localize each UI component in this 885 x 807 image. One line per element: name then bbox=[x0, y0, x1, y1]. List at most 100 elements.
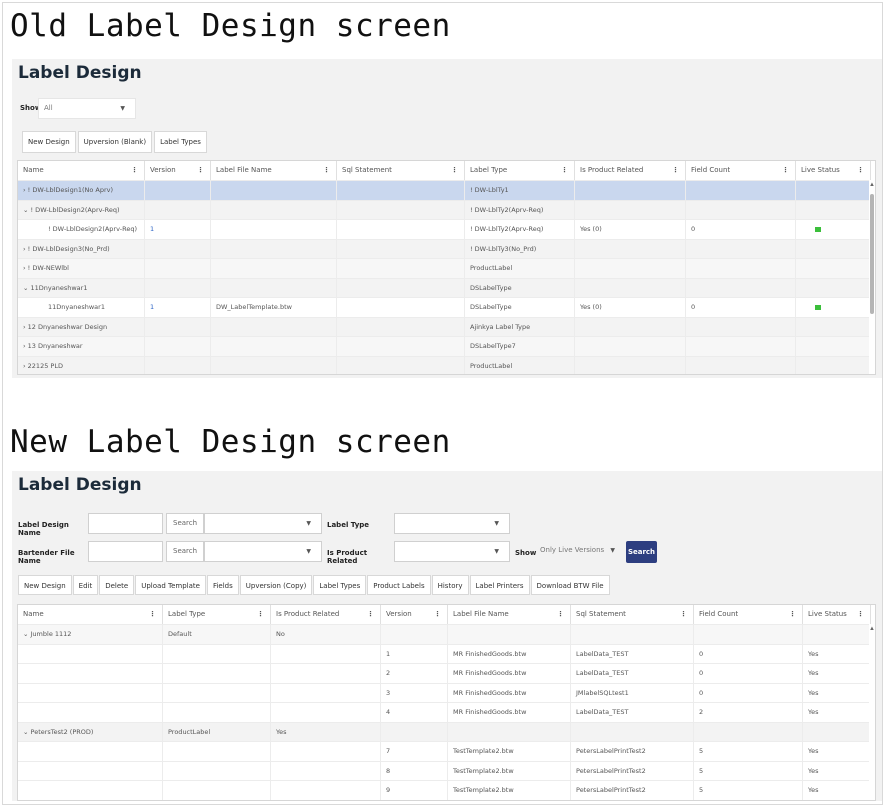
search-button[interactable]: Search bbox=[626, 541, 657, 563]
cell-sql-statement: LabelData_TEST bbox=[571, 644, 694, 663]
product-labels-button[interactable]: Product Labels bbox=[367, 575, 431, 595]
table-row[interactable]: 1 MR FinishedGoods.btw LabelData_TEST 0 Yes bbox=[18, 643, 875, 663]
column-header-label-file-name[interactable]: Label File Name ⋮ bbox=[211, 161, 337, 180]
bartender-select[interactable]: ▼ bbox=[204, 541, 322, 562]
column-header-sql-statement[interactable]: Sql Statement ⋮ bbox=[337, 161, 465, 180]
cell-is-product-related bbox=[271, 781, 381, 800]
column-menu-icon[interactable]: ⋮ bbox=[451, 161, 458, 180]
table-row[interactable]: 11Dnyaneshwar1 1 DW_LabelTemplate.btw DSLab… bbox=[18, 297, 875, 317]
table-row[interactable]: ⌄ PetersTest2 (PROD) ProductLabel Yes bbox=[18, 721, 875, 741]
cell-is-product-related bbox=[575, 337, 686, 356]
table-row[interactable]: › 22125 PLD ProductLabel bbox=[18, 355, 875, 374]
label-types-button[interactable]: Label Types bbox=[313, 575, 367, 595]
cell-name: ! DW-LblDesign2(Aprv-Req) bbox=[18, 220, 145, 239]
label-type-select[interactable]: ▼ bbox=[394, 513, 510, 534]
column-header-field-count[interactable]: Field Count ⋮ bbox=[686, 161, 796, 180]
column-header-live-status[interactable]: Live Status ⋮ bbox=[796, 161, 871, 180]
old-show-select[interactable]: All ▼ bbox=[38, 98, 136, 119]
table-row[interactable]: 2 MR FinishedGoods.btw LabelData_TEST 0 Yes bbox=[18, 663, 875, 683]
column-menu-icon[interactable]: ⋮ bbox=[857, 161, 864, 180]
table-row[interactable]: 7 TestTemplate2.btw PetersLabelPrintTest2 5… bbox=[18, 741, 875, 761]
cell-sql-statement bbox=[337, 298, 465, 317]
edit-button[interactable]: Edit bbox=[72, 575, 99, 595]
table-row[interactable]: 3 MR FinishedGoods.btw JMlabelSQLtest1 0 Yes bbox=[18, 682, 875, 702]
column-header-version[interactable]: Version ⋮ bbox=[145, 161, 211, 180]
cell-live-status bbox=[796, 200, 871, 219]
cell-is-product-related: Yes (0) bbox=[575, 220, 686, 239]
column-menu-icon[interactable]: ⋮ bbox=[557, 605, 564, 624]
column-menu-icon[interactable]: ⋮ bbox=[197, 161, 204, 180]
vertical-scrollbar[interactable]: ▲ bbox=[869, 180, 875, 374]
column-header-label-type[interactable]: Label Type ⋮ bbox=[465, 161, 575, 180]
column-header-field-count[interactable]: Field Count ⋮ bbox=[694, 605, 803, 624]
column-menu-icon[interactable]: ⋮ bbox=[131, 161, 138, 180]
upversion-copy-button[interactable]: Upversion (Copy) bbox=[239, 575, 313, 595]
column-header-version[interactable]: Version ⋮ bbox=[381, 605, 448, 624]
table-row[interactable]: › 13 Dnyaneshwar DSLabelType7 bbox=[18, 336, 875, 356]
table-row[interactable]: › ! DW-NEWlbl ProductLabel bbox=[18, 258, 875, 278]
design-name-label: Label Design Name bbox=[18, 521, 69, 537]
vertical-scrollbar[interactable]: ▲ bbox=[869, 624, 875, 800]
column-menu-icon[interactable]: ⋮ bbox=[434, 605, 441, 624]
column-menu-icon[interactable]: ⋮ bbox=[323, 161, 330, 180]
scrollbar-thumb[interactable] bbox=[870, 194, 874, 314]
table-row[interactable]: 4 MR FinishedGoods.btw LabelData_TEST 2 Yes bbox=[18, 702, 875, 722]
cell-label-type: Ajinkya Label Type bbox=[465, 317, 575, 336]
column-menu-icon[interactable]: ⋮ bbox=[672, 161, 679, 180]
design-name-search-button[interactable]: Search bbox=[166, 513, 205, 534]
table-row[interactable]: › ! DW-LblDesign3(No_Prd) ! DW-LblTy3(No_… bbox=[18, 238, 875, 258]
column-header-live-status[interactable]: Live Status ⋮ bbox=[803, 605, 871, 624]
new-design-button[interactable]: New Design bbox=[18, 575, 72, 595]
upload-template-button[interactable]: Upload Template bbox=[135, 575, 206, 595]
design-name-input[interactable] bbox=[88, 513, 163, 534]
column-header-is-product-related[interactable]: Is Product Related ⋮ bbox=[575, 161, 686, 180]
new-grid: Name ⋮ Label Type ⋮ Is Product Related ⋮ Versi… bbox=[17, 604, 876, 801]
chevron-down-icon: ▼ bbox=[306, 548, 311, 555]
label-printers-button[interactable]: Label Printers bbox=[469, 575, 530, 595]
bartender-file-input[interactable] bbox=[88, 541, 163, 562]
cell-label-type bbox=[163, 644, 271, 663]
delete-button[interactable]: Delete bbox=[99, 575, 135, 595]
table-row[interactable]: ⌄ ! DW-LblDesign2(Aprv-Req) ! DW-LblTy2(A… bbox=[18, 199, 875, 219]
column-header-sql-statement[interactable]: Sql Statement ⋮ bbox=[571, 605, 694, 624]
column-header-label: Name bbox=[23, 166, 44, 174]
column-menu-icon[interactable]: ⋮ bbox=[367, 605, 374, 624]
column-header-is-product-related[interactable]: Is Product Related ⋮ bbox=[271, 605, 381, 624]
cell-is-product-related bbox=[271, 703, 381, 722]
is-product-select[interactable]: ▼ bbox=[394, 541, 510, 562]
column-menu-icon[interactable]: ⋮ bbox=[857, 605, 864, 624]
scroll-up-icon[interactable]: ▲ bbox=[869, 626, 875, 632]
bartender-search-button[interactable]: Search bbox=[166, 541, 205, 562]
column-header-name[interactable]: Name ⋮ bbox=[18, 605, 163, 624]
upversion-blank-button[interactable]: Upversion (Blank) bbox=[77, 131, 153, 153]
cell-is-product-related bbox=[575, 317, 686, 336]
table-row[interactable]: › 12 Dnyaneshwar Design Ajinkya Label Typ… bbox=[18, 316, 875, 336]
new-design-button[interactable]: New Design bbox=[22, 131, 76, 153]
table-row[interactable]: 9 TestTemplate2.btw PetersLabelPrintTest2 5… bbox=[18, 780, 875, 800]
table-row[interactable]: ⌄ 11Dnyaneshwar1 DSLabelType bbox=[18, 277, 875, 297]
cell-live-status bbox=[796, 259, 871, 278]
history-button[interactable]: History bbox=[431, 575, 469, 595]
table-row[interactable]: › ! DW-LblDesign1(No Aprv) ! DW-LblTy1 bbox=[18, 180, 875, 200]
column-menu-icon[interactable]: ⋮ bbox=[789, 605, 796, 624]
table-row[interactable]: ! DW-LblDesign2(Aprv-Req) 1 ! DW-LblTy2(Ap… bbox=[18, 219, 875, 239]
column-menu-icon[interactable]: ⋮ bbox=[561, 161, 568, 180]
column-menu-icon[interactable]: ⋮ bbox=[680, 605, 687, 624]
column-header-name[interactable]: Name ⋮ bbox=[18, 161, 145, 180]
column-header-label: Label Type bbox=[470, 166, 508, 174]
cell-sql-statement: JMlabelSQLtest1 bbox=[571, 683, 694, 702]
label-types-button[interactable]: Label Types bbox=[154, 131, 207, 153]
column-menu-icon[interactable]: ⋮ bbox=[782, 161, 789, 180]
scroll-up-icon[interactable]: ▲ bbox=[869, 182, 875, 188]
cell-field-count bbox=[686, 278, 796, 297]
download-btw-file-button[interactable]: Download BTW File bbox=[530, 575, 610, 595]
table-row[interactable]: ⌄ Jumble 1112 Default No bbox=[18, 624, 875, 644]
table-row[interactable]: 8 TestTemplate2.btw PetersLabelPrintTest2 5… bbox=[18, 760, 875, 780]
column-menu-icon[interactable]: ⋮ bbox=[149, 605, 156, 624]
design-name-select[interactable]: ▼ bbox=[204, 513, 322, 534]
column-header-label-type[interactable]: Label Type ⋮ bbox=[163, 605, 271, 624]
column-header-label-file-name[interactable]: Label File Name ⋮ bbox=[448, 605, 571, 624]
show-select[interactable]: Only Live Versions ▼ bbox=[535, 541, 623, 562]
fields-button[interactable]: Fields bbox=[206, 575, 239, 595]
column-menu-icon[interactable]: ⋮ bbox=[257, 605, 264, 624]
